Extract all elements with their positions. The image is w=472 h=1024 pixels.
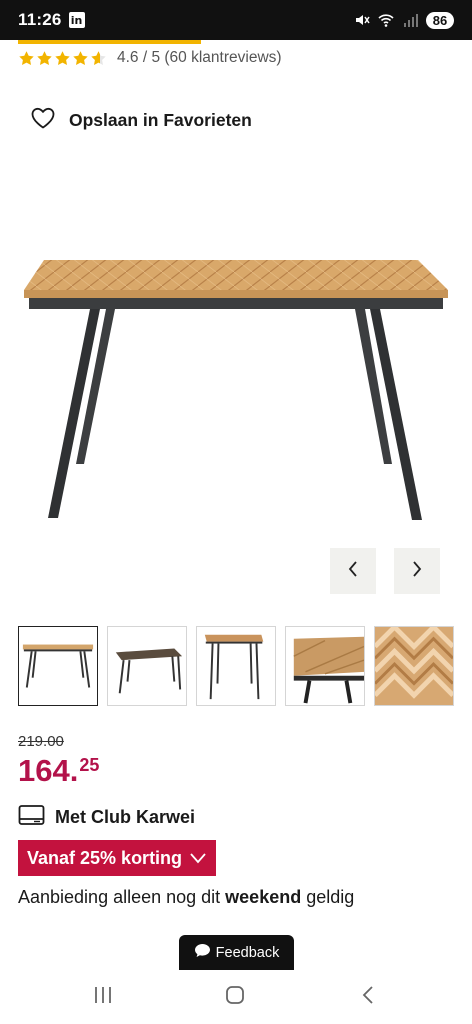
loyalty-card-icon [18,804,45,831]
star-icon [73,50,88,65]
recent-apps-button[interactable] [88,984,118,1010]
offer-text-suffix: geldig [301,887,355,907]
thumbnail-5[interactable] [374,626,454,706]
battery-indicator: 86 [426,11,454,29]
chat-bubble-icon [194,943,216,962]
signal-icon [402,12,418,28]
star-icon [37,50,52,65]
back-button[interactable] [353,984,383,1010]
feedback-button[interactable]: Feedback [179,935,294,970]
mute-icon [354,12,370,28]
linkedin-icon: in [68,12,85,28]
chevron-left-icon [346,560,360,583]
previous-image-button[interactable] [330,548,376,594]
thumbnail-3[interactable] [196,626,276,706]
home-button[interactable] [220,984,250,1010]
feedback-label: Feedback [215,944,280,961]
offer-text-highlight: weekend [225,887,302,907]
status-icons: 86 [354,11,454,29]
rating-text: 4.6 / 5 (60 klantreviews) [117,49,282,66]
star-icon [55,50,70,65]
next-image-button[interactable] [394,548,440,594]
table-illustration [24,260,448,520]
thumbnail-2[interactable] [107,626,187,706]
offer-text: Aanbieding alleen nog dit weekend geldig [18,887,354,908]
wifi-icon [378,12,394,28]
chevron-right-icon [410,560,424,583]
home-icon [224,984,246,1011]
price-cents: 25 [79,755,100,775]
offer-text-prefix: Aanbieding alleen nog dit [18,887,226,907]
section-accent-bar [18,40,201,44]
thumbnail-gallery [18,626,454,706]
product-rating[interactable]: 4.6 / 5 (60 klantreviews) [18,49,282,67]
product-main-image[interactable] [18,230,458,530]
discount-label: Vanaf 25% korting [27,847,183,868]
discount-dropdown-button[interactable]: Vanaf 25% korting [18,840,216,876]
system-navigation-bar [0,972,472,1024]
star-icon [19,50,34,65]
star-icon [91,50,106,65]
save-to-favorites-label: Opslaan in Favorieten [69,110,252,130]
club-karwei-label: Met Club Karwei [55,807,196,827]
status-time: 11:26 [18,10,62,29]
club-karwei-row[interactable]: Met Club Karwei [18,804,195,831]
chevron-down-icon [182,848,207,869]
old-price: 219.00 [18,733,64,750]
heart-icon [30,106,56,135]
recent-apps-icon [92,985,114,1010]
rating-stars [18,50,107,67]
price-main: 164. [18,753,79,788]
thumbnail-4[interactable] [285,626,365,706]
current-price: 164. 25 [18,752,99,790]
save-to-favorites-button[interactable]: Opslaan in Favorieten [30,106,252,135]
thumbnail-1[interactable] [18,626,98,706]
status-bar: 11:26 in 86 [0,0,472,40]
back-icon [360,984,376,1011]
